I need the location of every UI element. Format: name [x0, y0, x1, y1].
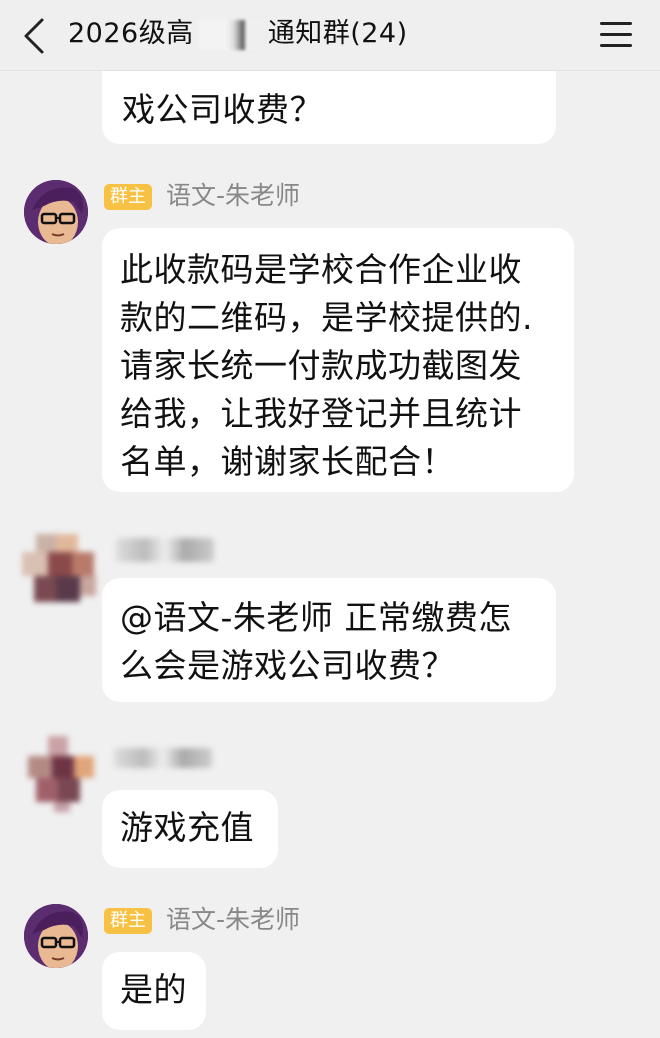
owner-badge: 群主	[104, 184, 152, 210]
message-line: 名单，谢谢家长配合！	[120, 442, 455, 481]
back-button[interactable]	[18, 16, 54, 56]
group-title[interactable]: 2026级高 通知群(24)	[68, 14, 408, 54]
redacted-text	[197, 19, 264, 50]
owner-badge: 群主	[104, 908, 152, 934]
teacher-avatar-icon	[24, 180, 88, 244]
group-title-end: 通知群(24)	[267, 18, 408, 49]
menu-button[interactable]	[600, 22, 632, 48]
chat-header: 2026级高 通知群(24)	[0, 0, 660, 71]
message-bubble[interactable]: 游戏充值	[102, 790, 278, 868]
avatar[interactable]	[24, 904, 88, 968]
avatar[interactable]	[18, 530, 100, 612]
blurred-avatar-icon	[22, 534, 96, 602]
message-bubble[interactable]: 此收款码是学校合作企业收 款的二维码，是学校提供的. 请家长统一付款成功截图发 …	[102, 228, 574, 492]
sender-name: 语文-朱老师	[166, 905, 301, 934]
sender-name	[116, 538, 214, 562]
avatar[interactable]	[24, 180, 88, 244]
hamburger-icon	[600, 22, 632, 47]
message-line: 给我，让我好登记并且统计	[120, 394, 522, 433]
chat-area: 戏公司收费？ 群主 语文-朱老师 此收款码是学校合作企业收 款的二维码，是学校提…	[0, 0, 660, 1038]
message-text: 是的	[120, 970, 187, 1009]
message-bubble[interactable]: 是的	[102, 952, 206, 1030]
message-bubble[interactable]: @语文-朱老师 正常缴费怎 么会是游戏公司收费？	[102, 578, 556, 702]
message-line: 款的二维码，是学校提供的.	[120, 298, 533, 337]
message-text: 戏公司收费？	[122, 90, 323, 129]
teacher-avatar-icon	[24, 904, 88, 968]
message-line: 么会是游戏公司收费？	[120, 646, 455, 685]
message-line: 此收款码是学校合作企业收	[120, 250, 522, 289]
message-line: 请家长统一付款成功截图发	[120, 346, 522, 385]
message-line: @语文-朱老师 正常缴费怎	[120, 598, 512, 637]
message-text: 游戏充值	[120, 808, 254, 847]
chevron-left-icon	[24, 18, 44, 54]
blurred-avatar-icon	[28, 736, 94, 812]
group-title-start: 2026级高	[68, 18, 194, 49]
sender-name	[114, 748, 212, 768]
avatar[interactable]	[18, 732, 100, 814]
sender-name: 语文-朱老师	[166, 181, 301, 210]
